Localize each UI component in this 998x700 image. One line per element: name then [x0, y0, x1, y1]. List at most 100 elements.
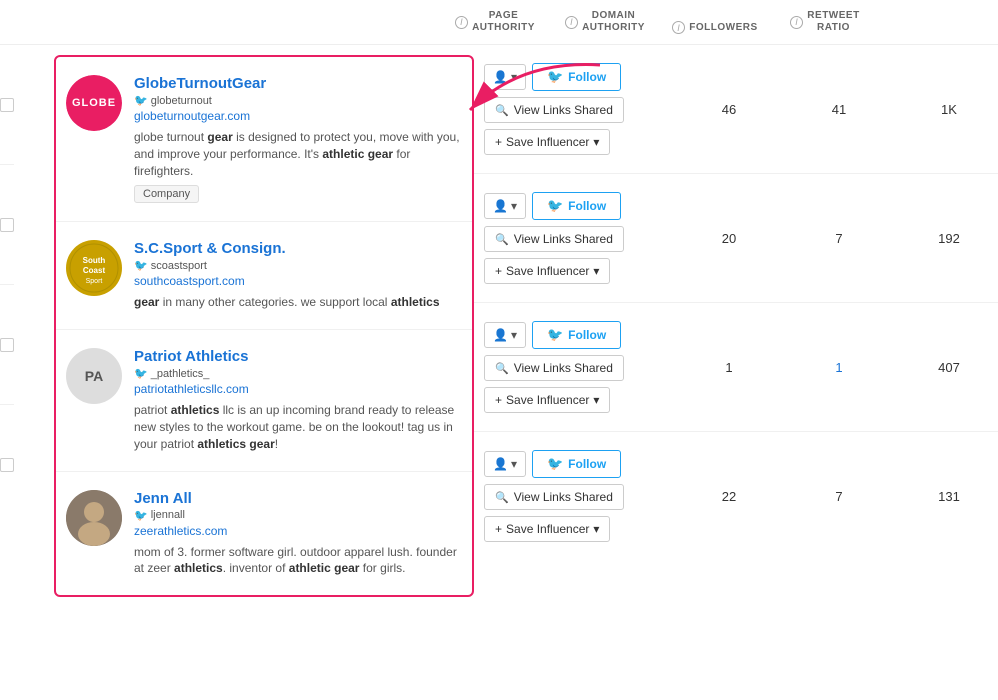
header-row: i PAGEAUTHORITY i DOMAINAUTHORITY i FOLL…: [0, 0, 998, 45]
influencer-row-sc: South Coast Sport S.C.Sport & Consign. 🐦…: [56, 222, 472, 330]
header-col-retweet-ratio: i RETWEETRATIO: [770, 10, 880, 34]
twitter-username-patriot: _pathletics_: [151, 368, 210, 380]
twitter-username-sc: scoastsport: [151, 260, 207, 272]
stat-domain-authority-4: 7: [784, 489, 894, 504]
dropdown-arrow-4: ▾: [511, 457, 517, 471]
tag-badge-globe: Company: [134, 185, 199, 203]
stat-domain-authority-3: 1: [784, 360, 894, 375]
view-links-label-1: View Links Shared: [514, 103, 613, 117]
checkbox-2[interactable]: [0, 218, 14, 232]
twitter-bird-2: 🐦: [547, 198, 563, 214]
info-icon-followers[interactable]: i: [672, 21, 685, 34]
avatar-jenn: [66, 490, 122, 546]
influencer-row-patriot: PA Patriot Athletics 🐦 _pathletics_ patr…: [56, 330, 472, 471]
influencer-name-jenn: Jenn All: [134, 490, 462, 507]
influencer-row-jenn: Jenn All 🐦 ljennall zeerathletics.com mo…: [56, 472, 472, 596]
twitter-bird-3: 🐦: [547, 327, 563, 343]
save-dropdown-arrow-4: ▾: [593, 522, 599, 536]
btn-row-top-1: 👤 ▾ 🐦 Follow: [484, 63, 674, 91]
person-icon-2: 👤: [493, 199, 508, 213]
plus-icon-3: +: [495, 393, 502, 407]
header-label-followers: FOLLOWERS: [689, 22, 757, 33]
globe-logo: GLOBE: [66, 75, 122, 131]
twitter-handle-globe: 🐦 globeturnout: [134, 94, 462, 107]
view-links-label-4: View Links Shared: [514, 490, 613, 504]
influencer-name-sc: S.C.Sport & Consign.: [134, 240, 462, 257]
save-influencer-button-1[interactable]: + Save Influencer ▾: [484, 129, 610, 155]
follow-button-4[interactable]: 🐦 Follow: [532, 450, 621, 478]
header-col-followers: i FOLLOWERS: [660, 21, 770, 34]
twitter-handle-patriot: 🐦 _pathletics_: [134, 367, 462, 380]
follow-button-3[interactable]: 🐦 Follow: [532, 321, 621, 349]
person-icon-4: 👤: [493, 457, 508, 471]
checkbox-spacer-1: [0, 45, 14, 165]
action-stat-row-4: 👤 ▾ 🐦 Follow 🔍 View Links Shared +: [474, 432, 998, 560]
action-stat-row-3: 👤 ▾ 🐦 Follow 🔍 View Links Shared +: [474, 303, 998, 432]
dropdown-arrow-2: ▾: [511, 199, 517, 213]
twitter-icon-globe: 🐦: [134, 94, 148, 107]
follow-label-1: Follow: [568, 70, 606, 84]
search-icon-2: 🔍: [495, 233, 509, 246]
twitter-icon-patriot: 🐦: [134, 367, 148, 380]
save-influencer-label-3: Save Influencer: [506, 393, 589, 407]
svg-text:Coast: Coast: [83, 266, 106, 275]
svg-text:South: South: [83, 256, 106, 265]
description-patriot: patriot athletics llc is an up incoming …: [134, 402, 462, 452]
person-icon-3: 👤: [493, 328, 508, 342]
follow-label-4: Follow: [568, 457, 606, 471]
view-links-button-2[interactable]: 🔍 View Links Shared: [484, 226, 624, 252]
website-patriot[interactable]: patriotathleticsllc.com: [134, 382, 462, 396]
follow-button-1[interactable]: 🐦 Follow: [532, 63, 621, 91]
action-stat-row-2: 👤 ▾ 🐦 Follow 🔍 View Links Shared +: [474, 174, 998, 303]
checkbox-1[interactable]: [0, 98, 14, 112]
save-influencer-button-3[interactable]: + Save Influencer ▾: [484, 387, 610, 413]
plus-icon-4: +: [495, 522, 502, 536]
header-label-domain-authority: DOMAINAUTHORITY: [582, 10, 645, 34]
page-wrapper: i PAGEAUTHORITY i DOMAINAUTHORITY i FOLL…: [0, 0, 998, 700]
twitter-handle-jenn: 🐦 ljennall: [134, 509, 462, 522]
info-icon-page-authority[interactable]: i: [455, 16, 468, 29]
save-influencer-button-4[interactable]: + Save Influencer ▾: [484, 516, 610, 542]
svg-text:Sport: Sport: [86, 278, 103, 285]
stat-page-authority-2: 20: [674, 231, 784, 246]
influencer-info-sc: S.C.Sport & Consign. 🐦 scoastsport south…: [134, 240, 462, 311]
person-dropdown-button-1[interactable]: 👤 ▾: [484, 64, 526, 90]
search-icon-3: 🔍: [495, 362, 509, 375]
person-dropdown-button-2[interactable]: 👤 ▾: [484, 193, 526, 219]
checkbox-4[interactable]: [0, 458, 14, 472]
plus-icon-1: +: [495, 135, 502, 149]
info-icon-domain-authority[interactable]: i: [565, 16, 578, 29]
checkbox-spacer-3: [0, 285, 14, 405]
influencer-name-globe: GlobeTurnoutGear: [134, 75, 462, 92]
checkbox-3[interactable]: [0, 338, 14, 352]
save-influencer-button-2[interactable]: + Save Influencer ▾: [484, 258, 610, 284]
website-sc[interactable]: southcoastsport.com: [134, 274, 462, 288]
stat-followers-1: 1K: [894, 102, 998, 117]
website-globe[interactable]: globeturnoutgear.com: [134, 109, 462, 123]
dropdown-arrow-3: ▾: [511, 328, 517, 342]
view-links-button-1[interactable]: 🔍 View Links Shared: [484, 97, 624, 123]
twitter-username-jenn: ljennall: [151, 509, 185, 521]
view-links-button-4[interactable]: 🔍 View Links Shared: [484, 484, 624, 510]
person-dropdown-button-4[interactable]: 👤 ▾: [484, 451, 526, 477]
view-links-button-3[interactable]: 🔍 View Links Shared: [484, 355, 624, 381]
influencer-info-patriot: Patriot Athletics 🐦 _pathletics_ patriot…: [134, 348, 462, 452]
view-links-label-3: View Links Shared: [514, 361, 613, 375]
btn-row-top-2: 👤 ▾ 🐦 Follow: [484, 192, 674, 220]
influencer-row-globe: GLOBE GlobeTurnoutGear 🐦 globeturnout gl…: [56, 57, 472, 222]
twitter-username-globe: globeturnout: [151, 95, 212, 107]
stat-page-authority-1: 46: [674, 102, 784, 117]
info-icon-retweet-ratio[interactable]: i: [790, 16, 803, 29]
btn-row-top-4: 👤 ▾ 🐦 Follow: [484, 450, 674, 478]
person-dropdown-button-3[interactable]: 👤 ▾: [484, 322, 526, 348]
stat-followers-3: 407: [894, 360, 998, 375]
view-links-label-2: View Links Shared: [514, 232, 613, 246]
checkbox-spacer-4: [0, 405, 14, 525]
person-icon-1: 👤: [493, 70, 508, 84]
plus-icon-2: +: [495, 264, 502, 278]
stat-followers-4: 131: [894, 489, 998, 504]
website-jenn[interactable]: zeerathletics.com: [134, 524, 462, 538]
actions-col-4: 👤 ▾ 🐦 Follow 🔍 View Links Shared +: [474, 450, 674, 542]
twitter-bird-1: 🐦: [547, 69, 563, 85]
follow-button-2[interactable]: 🐦 Follow: [532, 192, 621, 220]
